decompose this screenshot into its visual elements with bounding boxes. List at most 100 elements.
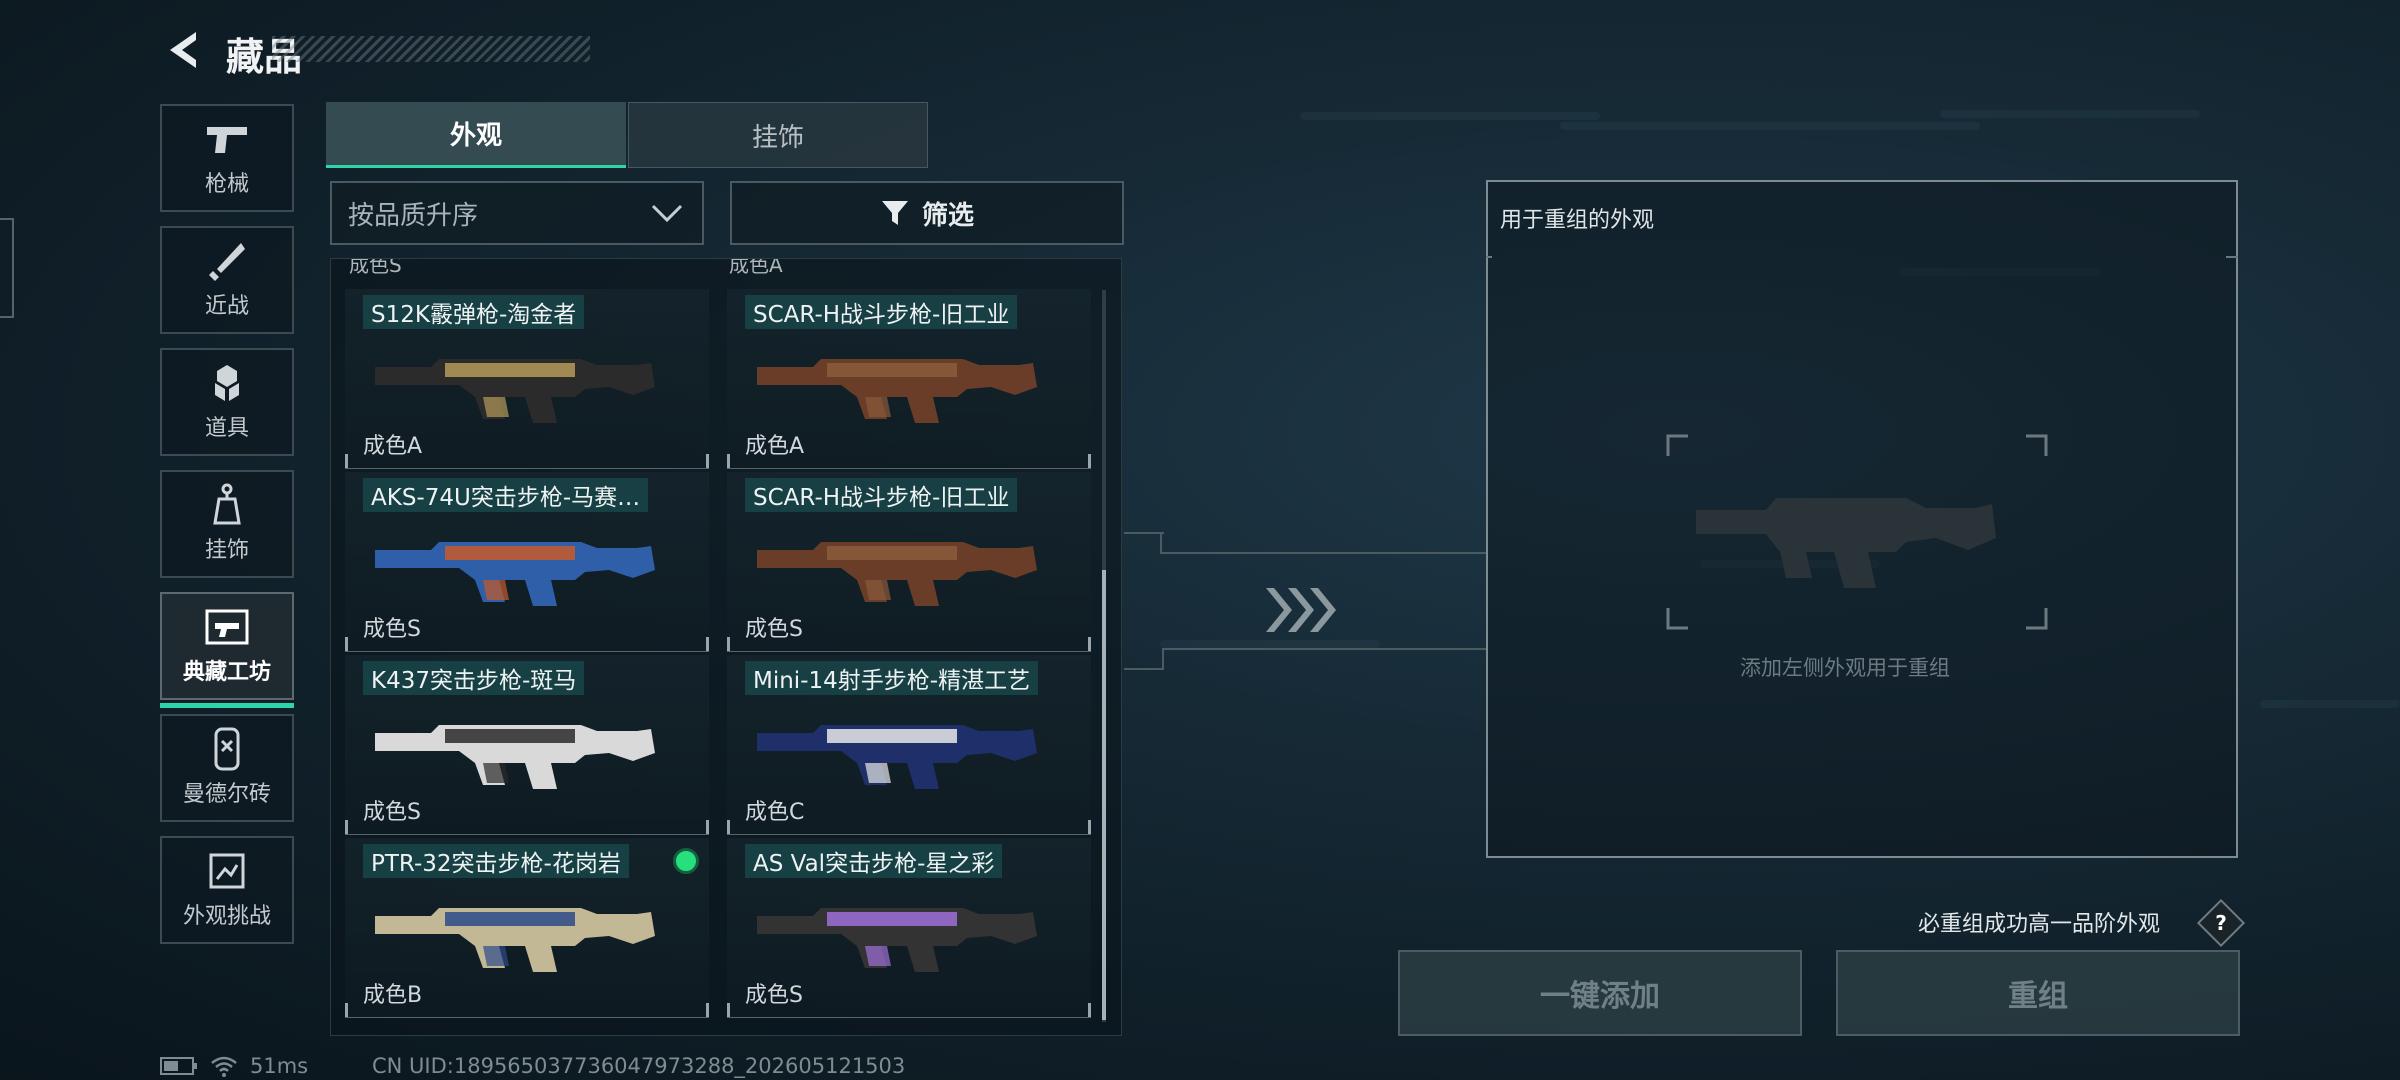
skin-card[interactable]: Mini-14射手步枪-精湛工艺成色C [727, 655, 1091, 835]
card-corner-tick [706, 454, 709, 468]
weapon-image [757, 359, 1037, 423]
skin-name: K437突击步枪-斑马 [363, 661, 585, 695]
sidebar-item-items[interactable]: 道具 [160, 348, 294, 456]
card-corner-tick [727, 820, 730, 834]
card-corner-tick [1088, 1003, 1091, 1017]
sidebar-item-label: 枪械 [204, 172, 249, 197]
card-corner-tick [345, 454, 348, 468]
sort-dropdown[interactable]: 按品质升序 [330, 181, 704, 245]
skin-grade: 成色S [745, 983, 803, 1008]
sidebar-item-appearance-challenge[interactable]: 外观挑战 [160, 836, 294, 944]
skin-grade: 成色C [745, 800, 805, 825]
card-corner-tick [727, 1003, 730, 1017]
knife-icon [202, 240, 252, 282]
wifi-icon [211, 1056, 237, 1077]
skin-name: AS Val突击步枪-星之彩 [745, 844, 1003, 878]
skin-card[interactable]: SCAR-H战斗步枪-旧工业成色S [727, 472, 1091, 652]
recombine-guarantee-note: 必重组成功高一品阶外观 [1918, 912, 2161, 937]
skin-card[interactable]: AS Val突击步枪-星之彩成色S [727, 838, 1091, 1018]
skin-card[interactable]: S12K霰弹枪-淘金者成色A [345, 289, 709, 469]
scrollbar-thumb[interactable] [1102, 570, 1106, 1020]
card-corner-tick [706, 1003, 709, 1017]
skin-card[interactable]: AKS-74U突击步枪-马赛… 成色S [345, 472, 709, 652]
status-bar: 51ms [160, 1054, 308, 1078]
partial-row-grade: 成色A [729, 258, 783, 277]
sidebar-item-label: 外观挑战 [182, 904, 271, 929]
sidebar-item-label: 近战 [204, 294, 249, 319]
skin-name: PTR-32突击步枪-花岗岩 [363, 844, 629, 878]
skin-card[interactable]: PTR-32突击步枪-花岗岩成色B [345, 838, 709, 1018]
selected-indicator [673, 848, 699, 874]
filter-button[interactable]: 筛选 [730, 181, 1124, 245]
recombine-button[interactable]: 重组 [1836, 950, 2240, 1036]
card-corner-tick [345, 637, 348, 651]
workshop-icon [202, 606, 252, 648]
sidebar-item-charms[interactable]: 挂饰 [160, 470, 294, 578]
brick-icon [202, 727, 252, 771]
sidebar-item-melee[interactable]: 近战 [160, 226, 294, 334]
filter-icon [881, 201, 908, 225]
ping-value: 51ms [250, 1054, 309, 1078]
weapon-image [757, 725, 1037, 789]
sidebar-item-label: 典藏工坊 [182, 660, 271, 685]
sort-value: 按品质升序 [348, 200, 479, 231]
skin-grade: 成色A [363, 434, 423, 459]
side-edge-decoration [0, 218, 14, 318]
challenge-icon [202, 850, 252, 892]
skin-grid[interactable]: 成色S 成色A S12K霰弹枪-淘金者 成色A SCAR-H战斗步枪-旧工业 成色A A… [330, 258, 1122, 1036]
weapon-image [375, 725, 655, 789]
sidebar-item-label: 曼德尔砖 [182, 782, 271, 807]
sidebar-item-label: 道具 [204, 416, 249, 441]
sidebar-item-label: 挂饰 [204, 538, 249, 563]
skin-grade: 成色S [363, 800, 421, 825]
skin-grade: 成色S [745, 617, 803, 642]
tab-charm[interactable]: 挂饰 [628, 102, 928, 168]
skin-name: AKS-74U突击步枪-马赛… [363, 478, 649, 512]
skin-grade: 成色B [363, 983, 423, 1008]
chevron-down-icon [651, 204, 683, 223]
filter-label: 筛选 [921, 200, 974, 231]
card-corner-tick [345, 1003, 348, 1017]
skin-card[interactable]: SCAR-H战斗步枪-旧工业成色A [727, 289, 1091, 469]
header-decoration [272, 36, 590, 62]
weapon-image [757, 908, 1037, 972]
partial-row-grade: 成色S [349, 258, 402, 277]
skin-card[interactable]: K437突击步枪-斑马成色S [345, 655, 709, 835]
help-button[interactable]: ? [2196, 898, 2246, 948]
card-corner-tick [1088, 820, 1091, 834]
skin-name: S12K霰弹枪-淘金者 [363, 295, 585, 329]
grenade-icon [202, 362, 252, 404]
skin-grade: 成色S [363, 617, 421, 642]
sidebar-item-collection-workshop[interactable]: 典藏工坊 [160, 592, 294, 708]
weapon-image [375, 908, 655, 972]
skin-name: SCAR-H战斗步枪-旧工业 [745, 295, 1018, 329]
weapon-image [757, 542, 1037, 606]
back-arrow-icon [170, 32, 196, 68]
card-corner-tick [345, 820, 348, 834]
transfer-arrows-icon [1262, 584, 1340, 640]
recombine-panel-title: 用于重组的外观 [1500, 208, 1655, 233]
skin-grade: 成色A [745, 434, 805, 459]
skin-name: Mini-14射手步枪-精湛工艺 [745, 661, 1039, 695]
skin-name: SCAR-H战斗步枪-旧工业 [745, 478, 1018, 512]
card-corner-tick [706, 820, 709, 834]
help-icon: ? [2215, 911, 2227, 935]
recombine-empty-hint: 添加左侧外观用于重组 [1740, 656, 1950, 680]
card-corner-tick [727, 454, 730, 468]
tab-appearance[interactable]: 外观 [326, 102, 626, 168]
sidebar-item-mandel-brick[interactable]: 曼德尔砖 [160, 714, 294, 822]
sidebar-item-firearms[interactable]: 枪械 [160, 104, 294, 212]
card-corner-tick [706, 637, 709, 651]
rifle-placeholder-icon [1696, 468, 1996, 602]
weapon-image [375, 542, 655, 606]
back-button[interactable] [162, 28, 206, 72]
card-corner-tick [1088, 454, 1091, 468]
weapon-image [375, 359, 655, 423]
card-corner-tick [727, 637, 730, 651]
charm-icon [202, 483, 252, 526]
uid-label: CN UID:189565037736047973288_20260512150… [372, 1054, 906, 1078]
pistol-icon [202, 118, 252, 160]
battery-icon [160, 1057, 197, 1075]
add-all-button[interactable]: 一键添加 [1398, 950, 1802, 1036]
card-corner-tick [1088, 637, 1091, 651]
